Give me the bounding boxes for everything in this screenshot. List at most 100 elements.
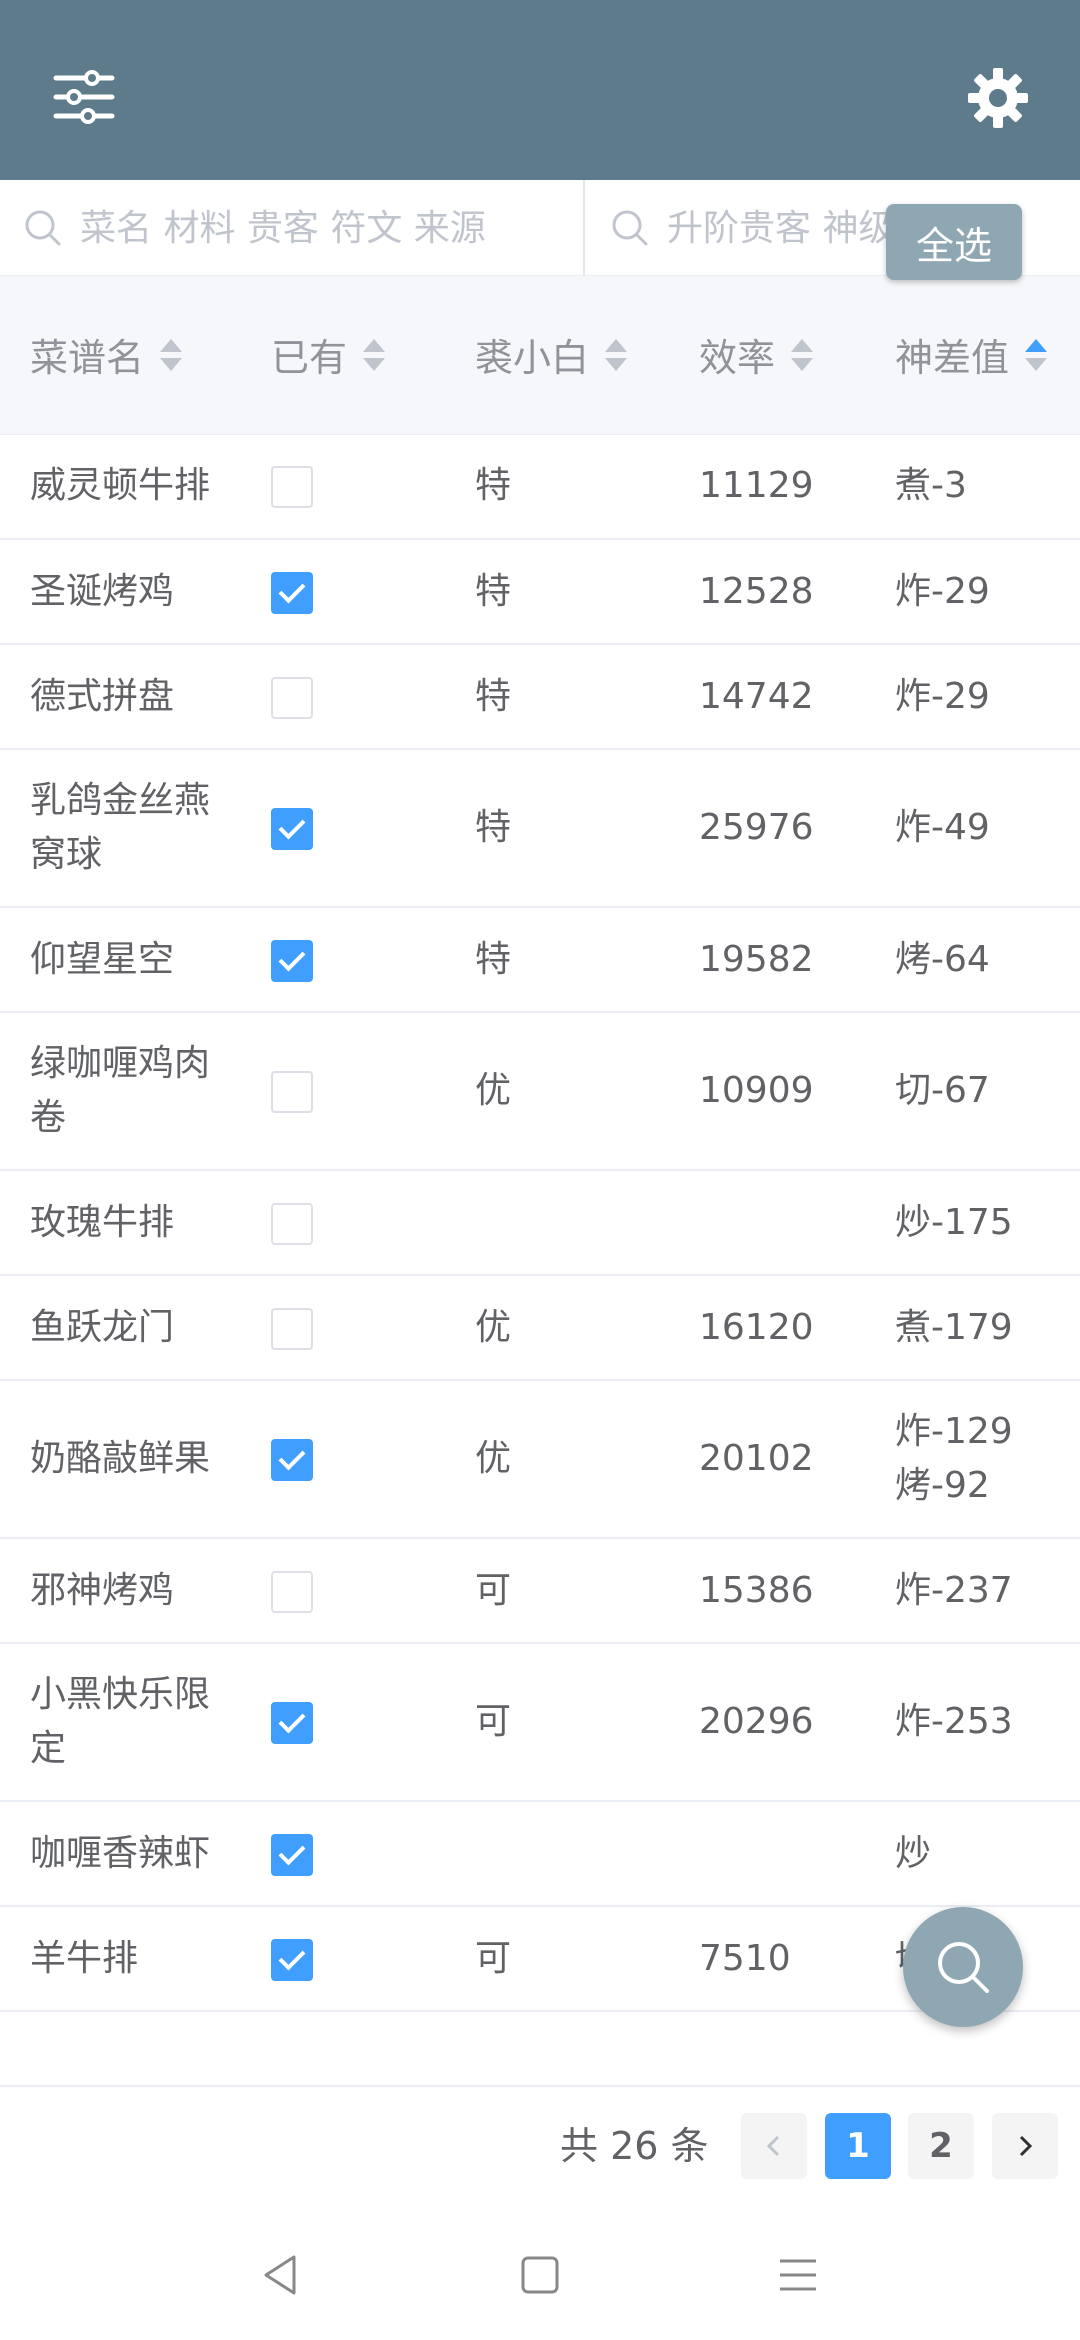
- select-all-button[interactable]: 全选: [886, 204, 1022, 280]
- search-icon: [938, 1942, 989, 1993]
- recipe-search-box: [0, 180, 585, 276]
- column-header[interactable]: 已有: [241, 276, 445, 435]
- next-page-button[interactable]: [992, 2113, 1058, 2179]
- sort-icon[interactable]: [789, 337, 815, 373]
- table-row[interactable]: 小黑快乐限定 可 20296 炸-253: [0, 1643, 1080, 1802]
- table-row[interactable]: 德式拼盘 特 14742 炸-29: [0, 644, 1080, 750]
- grade-cell: [445, 1801, 669, 1907]
- table-row[interactable]: 咖喱香辣虾 炒: [0, 1801, 1080, 1907]
- owned-cell: [241, 1906, 445, 2012]
- back-icon[interactable]: [252, 2245, 312, 2305]
- grade-cell: 可: [445, 1906, 669, 2012]
- owned-checkbox[interactable]: [271, 1202, 313, 1245]
- recipe-name: 鱼跃龙门: [0, 1275, 241, 1381]
- owned-checkbox[interactable]: [271, 676, 313, 719]
- recipe-name: 圣诞烤鸡: [0, 539, 241, 645]
- column-header[interactable]: 裘小白: [445, 276, 669, 435]
- pagination: 共 26 条 1 2: [0, 2085, 1080, 2205]
- grade-cell: 特: [445, 644, 669, 750]
- owned-cell: [241, 434, 445, 540]
- search-icon: [25, 210, 61, 246]
- diff-cell: 炸-29: [865, 644, 1080, 750]
- owned-checkbox[interactable]: [271, 1938, 313, 1981]
- column-header-text: 已有: [271, 336, 348, 381]
- diff-cell: 炸-129 烤-92: [865, 1380, 1080, 1539]
- owned-checkbox[interactable]: [271, 1071, 313, 1113]
- recents-icon[interactable]: [768, 2245, 828, 2305]
- grade-cell: 特: [445, 907, 669, 1013]
- recipe-name: 小黑快乐限定: [0, 1643, 241, 1802]
- efficiency-cell: [669, 1801, 865, 1907]
- recipe-name: 乳鸽金丝燕窝球: [0, 749, 241, 908]
- efficiency-cell: 10909: [669, 1012, 865, 1171]
- sort-icon[interactable]: [361, 337, 387, 373]
- owned-checkbox[interactable]: [271, 1439, 313, 1481]
- recipe-name: 奶酪敲鲜果: [0, 1380, 241, 1539]
- efficiency-cell: [669, 1170, 865, 1276]
- owned-checkbox[interactable]: [271, 808, 313, 850]
- diff-cell: 炸-29: [865, 539, 1080, 645]
- diff-cell: 烤-64: [865, 907, 1080, 1013]
- diff-cell: 煮-179: [865, 1275, 1080, 1381]
- owned-checkbox[interactable]: [271, 571, 313, 614]
- efficiency-cell: 16120: [669, 1275, 865, 1381]
- grade-cell: 优: [445, 1380, 669, 1539]
- efficiency-cell: 14742: [669, 644, 865, 750]
- column-header[interactable]: 菜谱名: [0, 276, 241, 435]
- owned-cell: [241, 1538, 445, 1644]
- sort-icon[interactable]: [1023, 337, 1049, 373]
- floating-search-button[interactable]: [903, 1907, 1023, 2027]
- page-2-button[interactable]: 2: [908, 2113, 974, 2179]
- filter-menu-icon[interactable]: [52, 70, 116, 124]
- owned-checkbox[interactable]: [271, 1570, 313, 1613]
- recipe-table: 菜谱名 已有 裘小白 效率 神差值 威灵顿牛排特 11129 煮-3 圣诞烤鸡特 12528 炸-…: [0, 276, 1080, 2085]
- chevron-right-icon: [1019, 2135, 1033, 2157]
- table-row[interactable]: 仰望星空 特 19582 烤-64: [0, 907, 1080, 1013]
- owned-checkbox[interactable]: [271, 1702, 313, 1744]
- table-row[interactable]: 鱼跃龙门 优 16120 煮-179: [0, 1275, 1080, 1381]
- column-header-text: 菜谱名: [30, 336, 145, 381]
- grade-cell: 特: [445, 434, 669, 540]
- column-header[interactable]: 效率: [669, 276, 865, 435]
- diff-cell: 切-67: [865, 1012, 1080, 1171]
- sort-icon[interactable]: [158, 337, 184, 373]
- column-header-text: 效率: [699, 336, 776, 381]
- gear-icon[interactable]: [966, 66, 1030, 130]
- recipe-name: 绿咖喱鸡肉卷: [0, 1012, 241, 1171]
- owned-cell: [241, 644, 445, 750]
- owned-checkbox[interactable]: [271, 466, 313, 509]
- home-icon[interactable]: [510, 2245, 570, 2305]
- table-row[interactable]: 玫瑰牛排 炒-175: [0, 1170, 1080, 1276]
- owned-checkbox[interactable]: [271, 1307, 313, 1350]
- table-row[interactable]: 奶酪敲鲜果 优 20102 炸-129 烤-92: [0, 1380, 1080, 1539]
- owned-checkbox[interactable]: [271, 939, 313, 982]
- grade-cell: 特: [445, 749, 669, 908]
- table-row[interactable]: 乳鸽金丝燕窝球 特 25976 炸-49: [0, 749, 1080, 908]
- sort-icon[interactable]: [603, 337, 629, 373]
- recipe-search-input[interactable]: [80, 207, 500, 249]
- column-header-label: 裘小白: [475, 327, 629, 382]
- prev-page-button[interactable]: [741, 2113, 807, 2179]
- owned-cell: [241, 1012, 445, 1171]
- table-row[interactable]: 圣诞烤鸡 特 12528 炸-29: [0, 539, 1080, 645]
- grade-cell: 可: [445, 1538, 669, 1644]
- diff-cell: 炸-253: [865, 1643, 1080, 1802]
- owned-cell: [241, 907, 445, 1013]
- owned-cell: [241, 1801, 445, 1907]
- table-row[interactable]: 绿咖喱鸡肉卷 优 10909 切-67: [0, 1012, 1080, 1171]
- recipe-name: 羊牛排: [0, 1906, 241, 2012]
- diff-cell: 炸-237: [865, 1538, 1080, 1644]
- table-row[interactable]: 威灵顿牛排 特 11129 煮-3: [0, 434, 1080, 540]
- table-header-row: 菜谱名 已有 裘小白 效率 神差值: [0, 276, 1080, 435]
- page-1-button[interactable]: 1: [825, 2113, 891, 2179]
- grade-cell: [445, 1170, 669, 1276]
- efficiency-cell: 12528: [669, 539, 865, 645]
- efficiency-cell: 19582: [669, 907, 865, 1013]
- column-header[interactable]: 神差值: [865, 276, 1080, 435]
- grade-cell: 特: [445, 539, 669, 645]
- chevron-left-icon: [766, 2135, 780, 2157]
- owned-cell: [241, 539, 445, 645]
- owned-checkbox[interactable]: [271, 1833, 313, 1876]
- table-row[interactable]: 邪神烤鸡 可 15386 炸-237: [0, 1538, 1080, 1644]
- diff-cell: 煮-3: [865, 434, 1080, 540]
